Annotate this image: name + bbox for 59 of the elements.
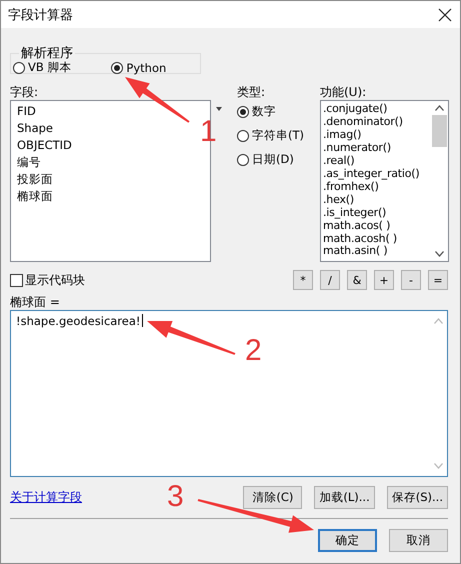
function-item[interactable]: .real() [323, 154, 431, 168]
functions-list[interactable]: .conjugate() .denominator() .imag() .numerator() .real() .as_integer_ratio() .fromhex() .hex() .is_integer() math.acos( ) math.acosh( ) math.asin( ) [320, 100, 449, 262]
operator-button[interactable]: + [374, 270, 394, 290]
annotation-number: 3 [167, 482, 184, 512]
group-label: 解析程序 [20, 45, 74, 62]
annotation-number: 2 [245, 336, 262, 366]
dialog-button[interactable]: 取消 [389, 529, 448, 552]
checkbox[interactable] [10, 274, 23, 286]
operator-button[interactable]: - [401, 270, 421, 290]
expression-label: 椭球面 = [10, 294, 61, 310]
function-item[interactable]: .numerator() [323, 142, 431, 155]
function-item[interactable]: .as_integer_ratio() [323, 168, 431, 181]
radio-label: Python [126, 60, 166, 74]
action-button[interactable]: 保存(S)... [386, 486, 448, 509]
radio-label: VB 脚本 [28, 60, 72, 75]
action-button[interactable]: 加载(L)... [314, 486, 375, 509]
radio-selected[interactable] [237, 106, 249, 118]
scroll-down-icon [434, 463, 443, 469]
field-item[interactable]: 投影面 [17, 172, 204, 186]
scroll-up-icon [434, 318, 443, 324]
function-item[interactable]: .imag() [323, 128, 431, 142]
radio-unselected[interactable] [237, 130, 249, 142]
dropdown-arrow-icon [216, 107, 222, 111]
radio-label: 字符串(T) [252, 128, 304, 143]
checkbox-label: 显示代码块 [25, 272, 85, 288]
fields-label: 字段: [10, 84, 40, 100]
radio-label: 数字 [252, 104, 276, 119]
action-button[interactable]: 清除(C) [243, 486, 302, 509]
radio-unselected[interactable] [237, 154, 249, 166]
function-item[interactable]: .fromhex() [323, 180, 431, 194]
annotation-arrow [125, 77, 190, 123]
scrollbar-thumb[interactable] [432, 115, 447, 147]
field-item[interactable]: Shape [17, 121, 204, 135]
operator-button[interactable]: / [320, 270, 340, 290]
function-item[interactable]: math.asin( ) [323, 245, 431, 258]
scroll-up-icon [435, 105, 444, 111]
operator-button[interactable]: & [347, 270, 367, 290]
field-item[interactable]: FID [17, 104, 204, 118]
field-item[interactable]: 编号 [17, 155, 204, 169]
radio-label: 日期(D) [252, 152, 294, 167]
scroll-down-icon [435, 251, 444, 257]
function-item[interactable]: .is_integer() [323, 206, 431, 220]
function-item[interactable]: math.acos( ) [323, 220, 431, 233]
radio-unselected[interactable] [13, 62, 25, 74]
function-item[interactable]: .hex() [323, 194, 431, 207]
functions-label: 功能(U): [320, 84, 368, 100]
help-link[interactable]: 关于计算字段 [10, 489, 82, 506]
close-icon [438, 8, 452, 22]
function-item[interactable]: .conjugate() [323, 103, 431, 116]
operator-button[interactable]: = [428, 270, 448, 290]
window-title: 字段计算器 [8, 6, 73, 24]
function-item[interactable]: .denominator() [323, 116, 431, 129]
radio-selected[interactable] [111, 62, 124, 74]
dialog-button[interactable]: 确定 [318, 529, 377, 552]
function-item[interactable]: math.acosh( ) [323, 232, 431, 246]
operator-button[interactable]: * [293, 270, 313, 290]
type-label: 类型: [237, 84, 266, 100]
field-item[interactable]: 椭球面 [17, 189, 204, 203]
text-cursor [142, 314, 143, 327]
